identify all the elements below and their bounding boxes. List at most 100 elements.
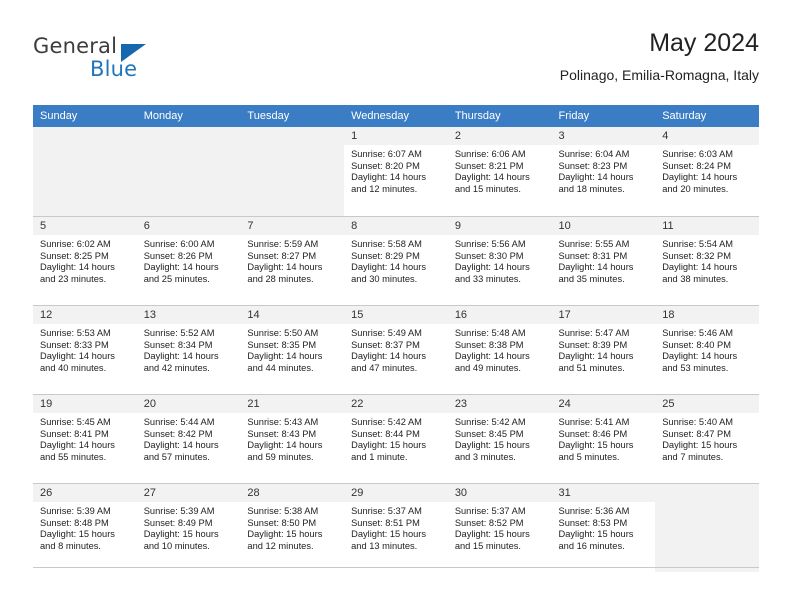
sunset-time: Sunset: 8:49 PM xyxy=(143,517,213,528)
calendar-day-cell[interactable]: 19 Sunrise: 5:45 AM Sunset: 8:41 PM Dayligh… xyxy=(33,394,137,483)
calendar-day-cell[interactable]: 10 Sunrise: 5:55 AM Sunset: 8:31 PM Dayligh… xyxy=(551,216,656,305)
day-number: 16 xyxy=(447,306,552,324)
sunrise-time: Sunrise: 5:52 AM xyxy=(143,328,215,338)
sunset-time: Sunset: 8:48 PM xyxy=(40,517,109,528)
sunset-time: Sunset: 8:45 PM xyxy=(454,428,524,439)
daylight-duration-line1: Daylight: 14 hours xyxy=(558,172,634,183)
calendar-day-cell[interactable]: 29 Sunrise: 5:37 AM Sunset: 8:51 PM Dayligh… xyxy=(344,483,448,572)
day-number: 13 xyxy=(136,306,241,324)
sunrise-time: Sunrise: 5:54 AM xyxy=(662,239,734,249)
calendar-day-cell[interactable]: 17 Sunrise: 5:47 AM Sunset: 8:39 PM Dayligh… xyxy=(551,305,656,394)
calendar-page: General Blue May 2024 Polinago, Emilia-R… xyxy=(0,0,792,612)
calendar-day-cell[interactable]: 28 Sunrise: 5:38 AM Sunset: 8:50 PM Dayligh… xyxy=(240,483,345,572)
sunset-time: Sunset: 8:51 PM xyxy=(351,517,420,528)
day-number: 18 xyxy=(655,306,759,324)
daylight-duration-line2: and 30 minutes. xyxy=(351,273,418,284)
calendar-day-cell[interactable]: 20 Sunrise: 5:44 AM Sunset: 8:42 PM Dayligh… xyxy=(136,394,241,483)
sunrise-time: Sunrise: 5:55 AM xyxy=(558,239,630,249)
calendar-day-cell[interactable]: 5 Sunrise: 6:02 AM Sunset: 8:25 PM Daylight… xyxy=(33,216,137,305)
calendar-day-cell[interactable]: 30 Sunrise: 5:37 AM Sunset: 8:52 PM Dayligh… xyxy=(447,483,552,572)
daylight-duration-line2: and 53 minutes. xyxy=(662,362,729,373)
calendar-day-cell[interactable]: 3 Sunrise: 6:04 AM Sunset: 8:23 PM Daylight… xyxy=(551,127,656,216)
sunset-time: Sunset: 8:40 PM xyxy=(662,339,731,350)
calendar-day-cell[interactable]: 14 Sunrise: 5:50 AM Sunset: 8:35 PM Dayligh… xyxy=(240,305,345,394)
daylight-duration-line2: and 10 minutes. xyxy=(143,540,210,551)
day-number: 15 xyxy=(344,306,448,324)
daylight-duration-line2: and 3 minutes. xyxy=(454,451,516,462)
calendar-week-row: 1 Sunrise: 6:07 AM Sunset: 8:20 PM Daylight… xyxy=(33,127,759,216)
day-sun-info: Sunrise: 6:04 AM Sunset: 8:23 PM Daylight:… xyxy=(552,145,656,195)
day-number: 1 xyxy=(344,127,448,145)
calendar-day-cell[interactable]: 26 Sunrise: 5:39 AM Sunset: 8:48 PM Dayligh… xyxy=(33,483,137,572)
page-header: General Blue May 2024 Polinago, Emilia-R… xyxy=(33,28,759,98)
sunrise-time: Sunrise: 5:53 AM xyxy=(40,328,111,338)
daylight-duration-line1: Daylight: 15 hours xyxy=(454,440,530,451)
daylight-duration-line1: Daylight: 14 hours xyxy=(662,172,738,183)
calendar-body: 1 Sunrise: 6:07 AM Sunset: 8:20 PM Daylight… xyxy=(33,127,759,572)
calendar-cell-empty xyxy=(240,127,345,216)
calendar-day-cell[interactable]: 31 Sunrise: 5:36 AM Sunset: 8:53 PM Dayligh… xyxy=(551,483,656,572)
day-sun-info: Sunrise: 6:07 AM Sunset: 8:20 PM Daylight:… xyxy=(344,145,448,195)
daylight-duration-line1: Daylight: 14 hours xyxy=(143,351,219,362)
calendar-day-cell[interactable]: 6 Sunrise: 6:00 AM Sunset: 8:26 PM Daylight… xyxy=(136,216,241,305)
calendar-day-cell[interactable]: 4 Sunrise: 6:03 AM Sunset: 8:24 PM Daylight… xyxy=(655,127,759,216)
daylight-duration-line1: Daylight: 15 hours xyxy=(247,529,323,540)
sunset-time: Sunset: 8:41 PM xyxy=(40,428,109,439)
daylight-duration-line2: and 33 minutes. xyxy=(454,273,521,284)
calendar-day-cell[interactable]: 21 Sunrise: 5:43 AM Sunset: 8:43 PM Dayligh… xyxy=(240,394,345,483)
daylight-duration-line2: and 13 minutes. xyxy=(351,540,418,551)
daylight-duration-line1: Daylight: 14 hours xyxy=(454,262,530,273)
day-sun-info: Sunrise: 5:42 AM Sunset: 8:45 PM Daylight:… xyxy=(448,413,552,463)
weekday-header-friday: Friday xyxy=(551,105,656,127)
calendar-day-cell[interactable]: 23 Sunrise: 5:42 AM Sunset: 8:45 PM Dayligh… xyxy=(447,394,552,483)
day-sun-info: Sunrise: 5:44 AM Sunset: 8:42 PM Daylight:… xyxy=(137,413,241,463)
day-number: 17 xyxy=(551,306,656,324)
day-sun-info: Sunrise: 5:54 AM Sunset: 8:32 PM Daylight:… xyxy=(655,235,759,285)
day-number: 2 xyxy=(447,127,552,145)
day-number: 6 xyxy=(136,217,241,235)
day-sun-info: Sunrise: 5:37 AM Sunset: 8:51 PM Daylight:… xyxy=(344,502,448,552)
daylight-duration-line2: and 28 minutes. xyxy=(247,273,314,284)
daylight-duration-line2: and 44 minutes. xyxy=(247,362,314,373)
daylight-duration-line1: Daylight: 14 hours xyxy=(40,262,115,273)
sunrise-time: Sunrise: 6:03 AM xyxy=(662,149,734,159)
calendar-day-cell[interactable]: 9 Sunrise: 5:56 AM Sunset: 8:30 PM Daylight… xyxy=(447,216,552,305)
daylight-duration-line1: Daylight: 14 hours xyxy=(558,262,634,273)
calendar-day-cell[interactable]: 13 Sunrise: 5:52 AM Sunset: 8:34 PM Dayligh… xyxy=(136,305,241,394)
logo-text-blue: Blue xyxy=(90,57,138,81)
calendar-day-cell[interactable]: 8 Sunrise: 5:58 AM Sunset: 8:29 PM Daylight… xyxy=(344,216,448,305)
calendar-day-cell[interactable]: 25 Sunrise: 5:40 AM Sunset: 8:47 PM Dayligh… xyxy=(655,394,759,483)
calendar-day-cell[interactable]: 24 Sunrise: 5:41 AM Sunset: 8:46 PM Dayligh… xyxy=(551,394,656,483)
calendar-day-cell[interactable]: 22 Sunrise: 5:42 AM Sunset: 8:44 PM Dayligh… xyxy=(344,394,448,483)
day-number: 27 xyxy=(136,484,241,502)
calendar-day-cell[interactable]: 27 Sunrise: 5:39 AM Sunset: 8:49 PM Dayligh… xyxy=(136,483,241,572)
daylight-duration-line1: Daylight: 14 hours xyxy=(662,351,738,362)
day-number: 26 xyxy=(33,484,137,502)
day-number: 20 xyxy=(136,395,241,413)
calendar-day-cell[interactable]: 18 Sunrise: 5:46 AM Sunset: 8:40 PM Dayligh… xyxy=(655,305,759,394)
calendar-day-cell[interactable]: 11 Sunrise: 5:54 AM Sunset: 8:32 PM Dayligh… xyxy=(655,216,759,305)
daylight-duration-line2: and 12 minutes. xyxy=(351,183,418,194)
daylight-duration-line2: and 20 minutes. xyxy=(662,183,729,194)
sunset-time: Sunset: 8:39 PM xyxy=(558,339,628,350)
day-number: 22 xyxy=(344,395,448,413)
calendar-day-cell[interactable]: 15 Sunrise: 5:49 AM Sunset: 8:37 PM Dayligh… xyxy=(344,305,448,394)
calendar-day-cell[interactable]: 7 Sunrise: 5:59 AM Sunset: 8:27 PM Daylight… xyxy=(240,216,345,305)
sunrise-time: Sunrise: 5:56 AM xyxy=(454,239,526,249)
sunset-time: Sunset: 8:27 PM xyxy=(247,250,317,261)
calendar-day-cell[interactable]: 2 Sunrise: 6:06 AM Sunset: 8:21 PM Daylight… xyxy=(447,127,552,216)
logo-text-general: General xyxy=(33,34,118,58)
day-sun-info: Sunrise: 5:37 AM Sunset: 8:52 PM Daylight:… xyxy=(448,502,552,552)
day-sun-info: Sunrise: 5:53 AM Sunset: 8:33 PM Daylight:… xyxy=(33,324,137,374)
sunrise-time: Sunrise: 5:46 AM xyxy=(662,328,734,338)
daylight-duration-line2: and 15 minutes. xyxy=(454,540,521,551)
calendar-day-cell[interactable]: 16 Sunrise: 5:48 AM Sunset: 8:38 PM Dayligh… xyxy=(447,305,552,394)
calendar-header-row: Sunday Monday Tuesday Wednesday Thursday… xyxy=(33,105,759,127)
day-sun-info: Sunrise: 5:52 AM Sunset: 8:34 PM Daylight:… xyxy=(137,324,241,374)
calendar-day-cell[interactable]: 1 Sunrise: 6:07 AM Sunset: 8:20 PM Daylight… xyxy=(344,127,448,216)
day-sun-info: Sunrise: 5:40 AM Sunset: 8:47 PM Daylight:… xyxy=(655,413,759,463)
day-sun-info: Sunrise: 6:00 AM Sunset: 8:26 PM Daylight:… xyxy=(137,235,241,285)
day-number xyxy=(655,484,759,502)
calendar-day-cell[interactable]: 12 Sunrise: 5:53 AM Sunset: 8:33 PM Dayligh… xyxy=(33,305,137,394)
sunset-time: Sunset: 8:44 PM xyxy=(351,428,420,439)
